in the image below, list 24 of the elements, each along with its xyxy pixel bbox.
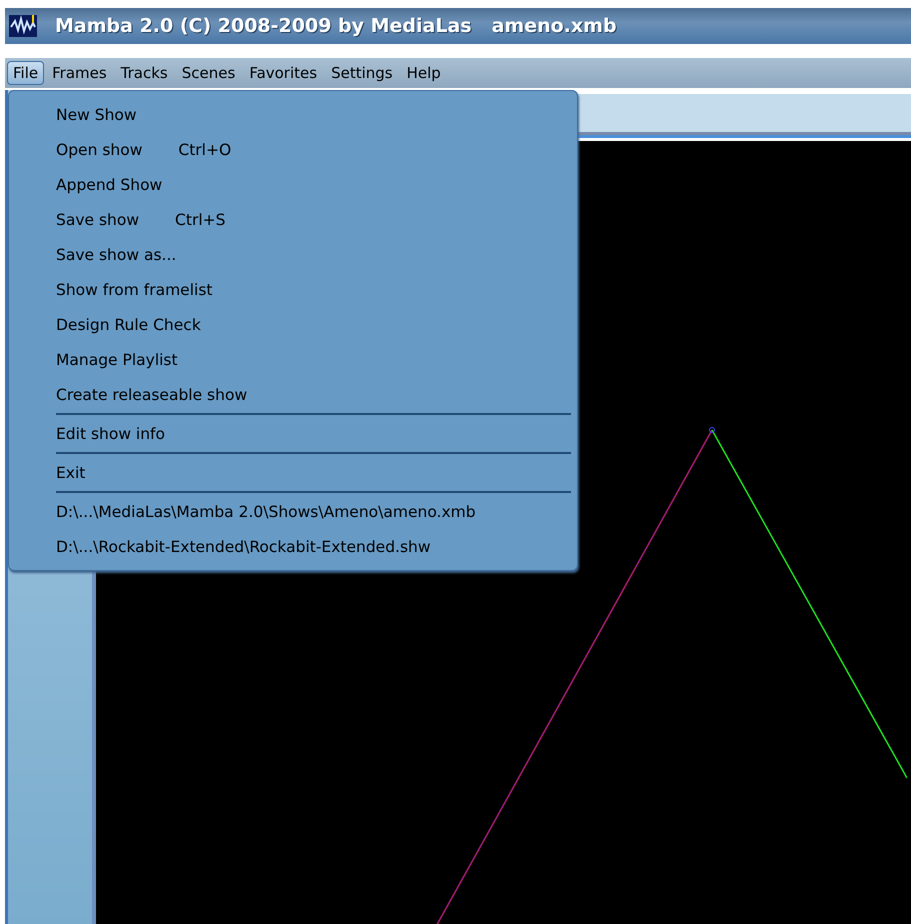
menu-item[interactable]: Tracks [114, 61, 174, 85]
menu-item[interactable]: Create releaseable show [9, 377, 577, 412]
window-title: Mamba 2.0 (C) 2008-2009 by MediaLas [55, 15, 472, 37]
menu-item[interactable]: Edit show info [9, 416, 577, 451]
document-name: ameno.xmb [492, 15, 617, 37]
menu-item[interactable]: Manage Playlist [9, 342, 577, 377]
menu-item[interactable]: File [7, 61, 44, 85]
menu-item[interactable]: Append Show [9, 167, 577, 202]
menu-item[interactable]: Scenes [176, 61, 242, 85]
menu-item[interactable]: D:\...\Rockabit-Extended\Rockabit-Extended.shw [9, 529, 577, 564]
menu-item[interactable]: Frames [46, 61, 113, 85]
menu-item[interactable]: New Show [9, 97, 577, 132]
menu-item[interactable]: Exit [9, 455, 577, 490]
point-marker [709, 427, 715, 433]
menu-item[interactable]: Show from framelist [9, 272, 577, 307]
menu-item[interactable]: D:\...\MediaLas\Mamba 2.0\Shows\Ameno\ameno.xmb [9, 494, 577, 529]
menu-item[interactable]: Help [400, 61, 447, 85]
waveform-icon [9, 15, 37, 37]
menu-item[interactable]: Favorites [243, 61, 324, 85]
menu-item[interactable]: Settings [325, 61, 399, 85]
menu-item[interactable]: Open show Ctrl+O [9, 132, 577, 167]
menu-item[interactable]: Save show as... [9, 237, 577, 272]
menu-item[interactable]: Save show Ctrl+S [9, 202, 577, 237]
menu-item[interactable]: Design Rule Check [9, 307, 577, 342]
